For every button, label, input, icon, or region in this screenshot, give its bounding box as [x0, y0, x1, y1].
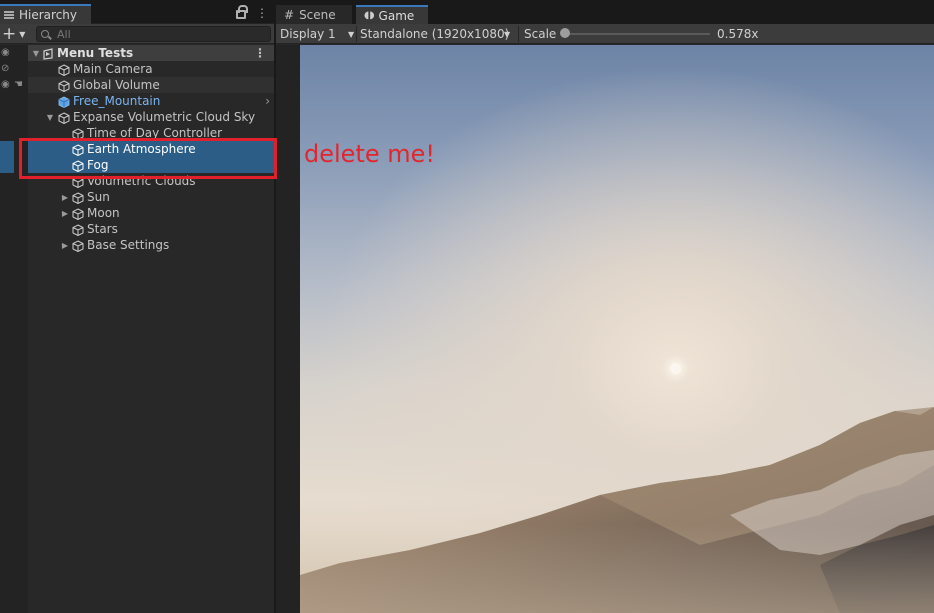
- display-value: Display 1: [280, 27, 336, 41]
- row-label: Moon: [87, 206, 120, 220]
- prefab-cube-icon: [58, 96, 70, 108]
- window-menu-icon[interactable]: ⋮: [256, 6, 268, 20]
- eye-toggle-icon[interactable]: ◉: [1, 47, 10, 58]
- chevron-down-icon: ▼: [348, 29, 355, 39]
- game-panel: # Scene ◖◗ Game Display 1 ▼ Standalone (…: [276, 0, 934, 613]
- chevron-right-icon[interactable]: ›: [265, 94, 270, 108]
- scale-slider-handle[interactable]: [560, 28, 570, 38]
- scale-slider-track[interactable]: [564, 33, 710, 35]
- search-placeholder: All: [57, 27, 71, 41]
- add-object-button[interactable]: + ▼: [2, 25, 32, 43]
- lock-icon[interactable]: [236, 5, 248, 19]
- mountain-terrain: [300, 407, 934, 613]
- tab-label: Game: [378, 8, 415, 23]
- fold-open-icon[interactable]: ▼: [44, 113, 56, 122]
- gameobject-cube-icon: [58, 63, 70, 76]
- chevron-down-icon: ▼: [19, 29, 26, 39]
- chevron-down-icon: ▼: [504, 29, 511, 39]
- annotation-highlight-box: [19, 138, 277, 179]
- gameobject-cube-icon: [58, 79, 70, 92]
- gameobject-cube-icon: [72, 207, 84, 220]
- row-main-camera[interactable]: Main Camera: [28, 61, 274, 77]
- gameobject-cube-icon: [72, 223, 84, 236]
- plus-icon: +: [2, 24, 17, 44]
- hierarchy-tab-bar: Hierarchy ⋮: [0, 0, 274, 24]
- row-label: Expanse Volumetric Cloud Sky: [73, 110, 256, 124]
- tab-game[interactable]: ◖◗ Game: [356, 5, 428, 24]
- gamepad-icon: ◖◗: [364, 10, 375, 21]
- gameobject-cube-icon: [58, 111, 70, 124]
- fold-open-icon[interactable]: ▼: [30, 49, 42, 58]
- hierarchy-toolbar: + ▼ All: [0, 24, 274, 44]
- row-moon[interactable]: ▶ Moon: [28, 205, 274, 221]
- row-label: Stars: [87, 222, 118, 236]
- row-label: Free_Mountain: [73, 94, 161, 108]
- letterbox-bar: [276, 45, 300, 613]
- row-sun[interactable]: ▶ Sun: [28, 189, 274, 205]
- hierarchy-tab-label: Hierarchy: [19, 8, 78, 22]
- gameobject-cube-icon: [72, 191, 84, 204]
- row-label: Global Volume: [73, 78, 160, 92]
- resolution-dropdown[interactable]: Standalone (1920x1080) ▼: [360, 24, 516, 44]
- gameobject-cube-icon: [72, 127, 84, 140]
- row-free-mountain[interactable]: Free_Mountain ›: [28, 93, 274, 109]
- search-icon: [41, 30, 49, 38]
- tab-label: Scene: [299, 7, 336, 22]
- hierarchy-panel: Hierarchy ⋮ + ▼ All ◉ ⊘ ◉ ☚ ▼ Menu Tests…: [0, 0, 274, 613]
- annotation-text: delete me!: [304, 140, 436, 168]
- unity-scene-icon: [42, 47, 53, 60]
- grid-icon: #: [284, 7, 295, 22]
- game-viewport[interactable]: [300, 45, 934, 613]
- pickable-hand-icon[interactable]: ☚: [14, 79, 23, 90]
- fold-closed-icon[interactable]: ▶: [58, 241, 72, 250]
- row-base-settings[interactable]: ▶ Base Settings: [28, 237, 274, 253]
- resolution-value: Standalone (1920x1080): [360, 27, 510, 41]
- row-global-volume[interactable]: Global Volume: [28, 77, 274, 93]
- selection-gutter-marker: [0, 141, 14, 173]
- view-tab-bar: # Scene ◖◗ Game: [276, 0, 934, 24]
- scale-value: 0.578x: [717, 27, 759, 41]
- row-label: Menu Tests: [57, 46, 134, 60]
- toolbar-separator: [356, 26, 357, 42]
- scene-root-row[interactable]: ▼ Menu Tests ⋮: [28, 45, 274, 61]
- display-dropdown[interactable]: Display 1 ▼: [280, 24, 356, 44]
- eye-hidden-icon[interactable]: ⊘: [1, 63, 9, 74]
- hierarchy-tab[interactable]: Hierarchy: [0, 4, 91, 24]
- visibility-gutter: ◉ ⊘ ◉ ☚: [0, 45, 28, 613]
- tab-scene[interactable]: # Scene: [276, 5, 352, 24]
- row-label: Base Settings: [87, 238, 170, 252]
- row-stars[interactable]: Stars: [28, 221, 274, 237]
- scene-menu-icon[interactable]: ⋮: [254, 46, 266, 60]
- search-input[interactable]: All: [36, 26, 271, 42]
- game-toolbar: Display 1 ▼ Standalone (1920x1080) ▼ Sca…: [276, 24, 934, 44]
- hierarchy-list-icon: [4, 11, 14, 19]
- eye-toggle-icon[interactable]: ◉: [1, 79, 10, 90]
- fold-closed-icon[interactable]: ▶: [58, 209, 72, 218]
- gameobject-cube-icon: [72, 239, 84, 252]
- fold-closed-icon[interactable]: ▶: [58, 193, 72, 202]
- row-label: Sun: [87, 190, 110, 204]
- toolbar-separator: [518, 26, 519, 42]
- scale-label: Scale: [524, 27, 557, 41]
- row-expanse-sky[interactable]: ▼ Expanse Volumetric Cloud Sky: [28, 109, 274, 125]
- row-label: Main Camera: [73, 62, 153, 76]
